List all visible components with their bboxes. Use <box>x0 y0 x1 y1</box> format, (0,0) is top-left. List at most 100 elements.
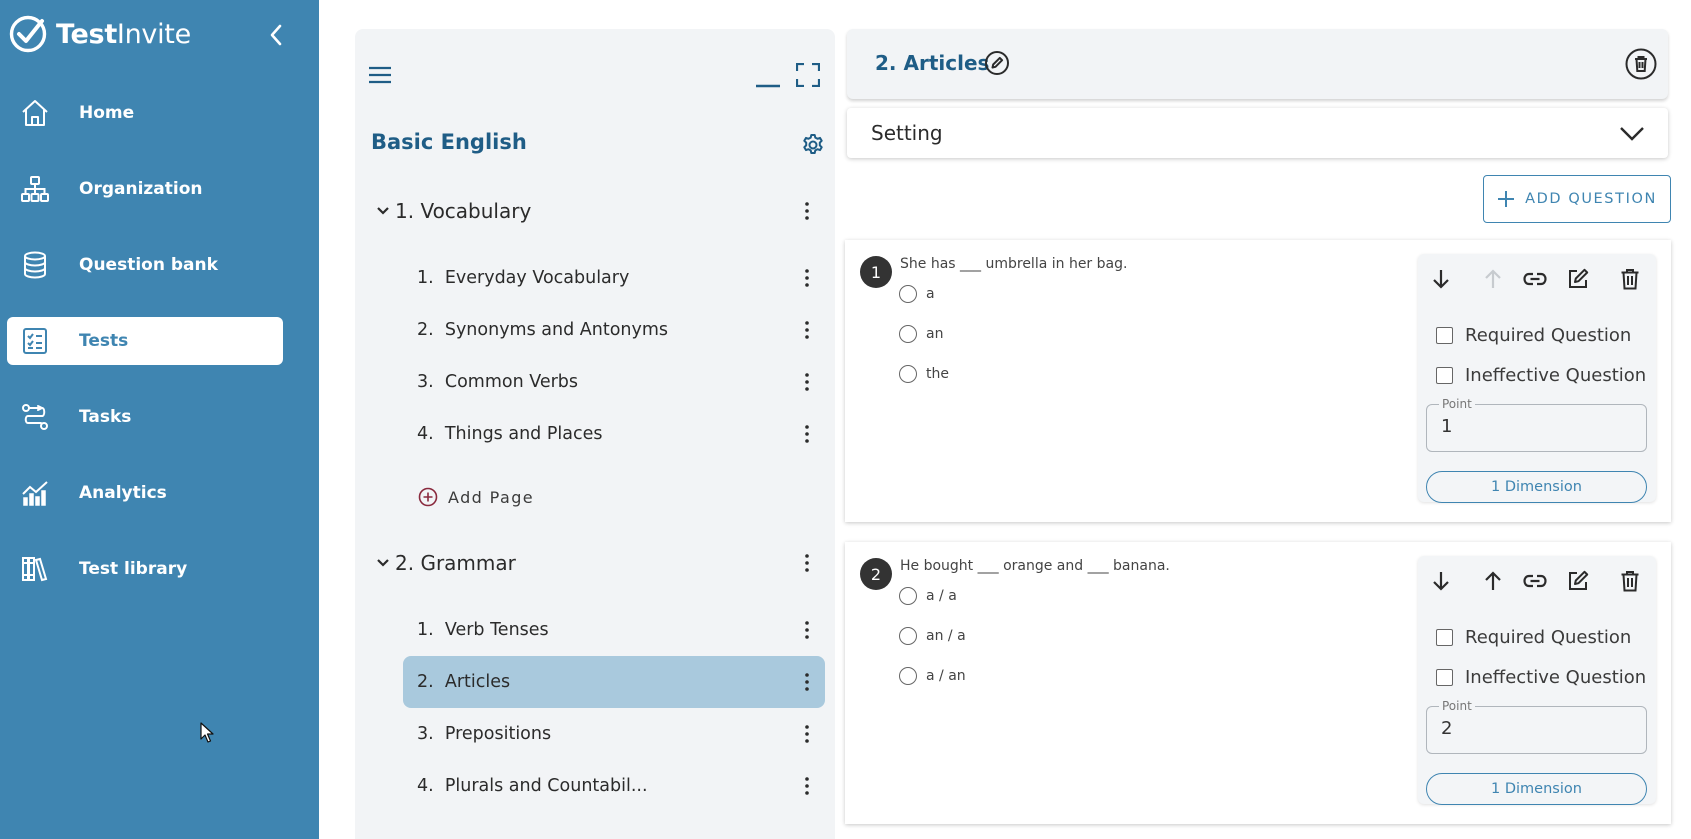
question-text: She has ___ umbrella in her bag. <box>900 256 1128 272</box>
sidebar-item-organization[interactable]: Organization <box>7 165 283 213</box>
section-vocabulary[interactable]: 1. Vocabulary <box>375 191 825 231</box>
page-menu-button[interactable] <box>797 422 817 446</box>
point-field[interactable]: Point 1 <box>1426 397 1647 452</box>
section-menu-button[interactable] <box>797 551 817 575</box>
required-question-checkbox[interactable] <box>1436 629 1453 646</box>
page-item[interactable]: 2. Synonyms and Antonyms <box>403 304 825 356</box>
more-vertical-icon <box>805 269 809 287</box>
point-value[interactable]: 2 <box>1441 718 1452 739</box>
link-icon <box>1523 272 1547 286</box>
section-grammar[interactable]: 2. Grammar <box>375 543 825 583</box>
answer-option[interactable]: an / a <box>899 624 966 648</box>
edit-question-button[interactable] <box>1563 566 1593 596</box>
section-menu-button[interactable] <box>797 199 817 223</box>
page-item[interactable]: 1. Verb Tenses <box>403 604 825 656</box>
move-up-button[interactable] <box>1478 566 1508 596</box>
radio-button[interactable] <box>899 285 917 303</box>
sidebar: TestInvite Home Organization Question ba… <box>0 0 319 839</box>
move-down-button[interactable] <box>1426 264 1456 294</box>
sidebar-item-home[interactable]: Home <box>7 89 283 137</box>
radio-button[interactable] <box>899 365 917 383</box>
required-question-option[interactable]: Required Question <box>1436 325 1631 346</box>
page-item-label: 4. Things and Places <box>417 424 603 444</box>
more-vertical-icon <box>805 777 809 795</box>
ineffective-question-option[interactable]: Ineffective Question <box>1436 365 1646 386</box>
delete-question-button[interactable] <box>1615 566 1645 596</box>
dimension-button[interactable]: 1 Dimension <box>1426 471 1647 503</box>
ineffective-question-option[interactable]: Ineffective Question <box>1436 667 1646 688</box>
question-text: He bought ___ orange and ___ banana. <box>900 558 1170 574</box>
delete-page-button[interactable] <box>1625 48 1657 80</box>
add-page-button[interactable]: Add Page <box>418 487 534 507</box>
add-question-label: ADD QUESTION <box>1525 191 1657 207</box>
plus-circle-icon <box>418 487 438 507</box>
answer-option[interactable]: a / a <box>899 584 957 608</box>
minimize-button[interactable] <box>754 61 782 89</box>
link-button[interactable] <box>1520 566 1550 596</box>
collapse-sidebar-button[interactable] <box>264 20 288 50</box>
sidebar-item-analytics[interactable]: Analytics <box>7 469 283 517</box>
move-down-button[interactable] <box>1426 566 1456 596</box>
radio-button[interactable] <box>899 627 917 645</box>
answer-option[interactable]: the <box>899 362 949 386</box>
sidebar-item-label: Question bank <box>79 255 218 275</box>
radio-button[interactable] <box>899 667 917 685</box>
dimension-button[interactable]: 1 Dimension <box>1426 773 1647 805</box>
library-icon <box>22 557 48 582</box>
radio-button[interactable] <box>899 325 917 343</box>
option-label: an / a <box>926 628 966 644</box>
required-question-option[interactable]: Required Question <box>1436 627 1631 648</box>
page-item[interactable]: 4. Plurals and Countabil... <box>403 760 825 812</box>
page-item[interactable]: 3. Common Verbs <box>403 356 825 408</box>
sidebar-item-tests[interactable]: Tests <box>7 317 283 365</box>
course-settings-button[interactable] <box>799 131 827 159</box>
page-menu-button[interactable] <box>797 370 817 394</box>
ineffective-question-checkbox[interactable] <box>1436 367 1453 384</box>
radio-button[interactable] <box>899 587 917 605</box>
answer-option[interactable]: an <box>899 322 943 346</box>
option-label: the <box>926 366 949 382</box>
page-menu-button[interactable] <box>797 266 817 290</box>
answer-option[interactable]: a / an <box>899 664 966 688</box>
ineffective-question-checkbox[interactable] <box>1436 669 1453 686</box>
point-value[interactable]: 1 <box>1441 416 1452 437</box>
checkbox-label: Required Question <box>1465 325 1632 346</box>
page-item[interactable]: 1. Everyday Vocabulary <box>403 252 825 304</box>
sidebar-item-question-bank[interactable]: Question bank <box>7 241 283 289</box>
edit-question-button[interactable] <box>1563 264 1593 294</box>
page-menu-button[interactable] <box>797 318 817 342</box>
page-menu-button[interactable] <box>797 670 817 694</box>
sidebar-item-tasks[interactable]: Tasks <box>7 393 283 441</box>
required-question-checkbox[interactable] <box>1436 327 1453 344</box>
page-item-active[interactable]: 2. Articles <box>403 656 825 708</box>
delete-question-button[interactable] <box>1615 264 1645 294</box>
question-number: 1 <box>860 256 892 288</box>
course-title: Basic English <box>371 130 527 154</box>
add-question-button[interactable]: ADD QUESTION <box>1483 175 1671 223</box>
setting-accordion[interactable]: Setting <box>847 108 1668 158</box>
brand-logo[interactable]: TestInvite <box>8 14 191 54</box>
menu-button[interactable] <box>366 61 394 89</box>
checkbox-label: Ineffective Question <box>1465 365 1647 386</box>
move-up-button[interactable] <box>1478 264 1508 294</box>
answer-option[interactable]: a <box>899 282 935 306</box>
sidebar-item-label: Analytics <box>79 483 167 503</box>
page-menu-button[interactable] <box>797 722 817 746</box>
point-field-label: Point <box>1439 699 1475 713</box>
organization-icon <box>21 176 49 202</box>
fullscreen-button[interactable] <box>794 61 822 89</box>
sidebar-item-label: Tests <box>79 331 129 351</box>
link-button[interactable] <box>1520 264 1550 294</box>
page-menu-button[interactable] <box>797 618 817 642</box>
edit-title-button[interactable] <box>983 49 1011 77</box>
arrow-up-icon <box>1485 571 1501 590</box>
more-vertical-icon <box>805 673 809 691</box>
point-field[interactable]: Point 2 <box>1426 699 1647 754</box>
page-item[interactable]: 3. Prepositions <box>403 708 825 760</box>
page-menu-button[interactable] <box>797 774 817 798</box>
fullscreen-icon <box>796 63 820 87</box>
page-item[interactable]: 4. Things and Places <box>403 408 825 460</box>
point-field-label: Point <box>1439 397 1475 411</box>
page-item-label: 1. Verb Tenses <box>417 620 549 640</box>
sidebar-item-test-library[interactable]: Test library <box>7 545 283 593</box>
